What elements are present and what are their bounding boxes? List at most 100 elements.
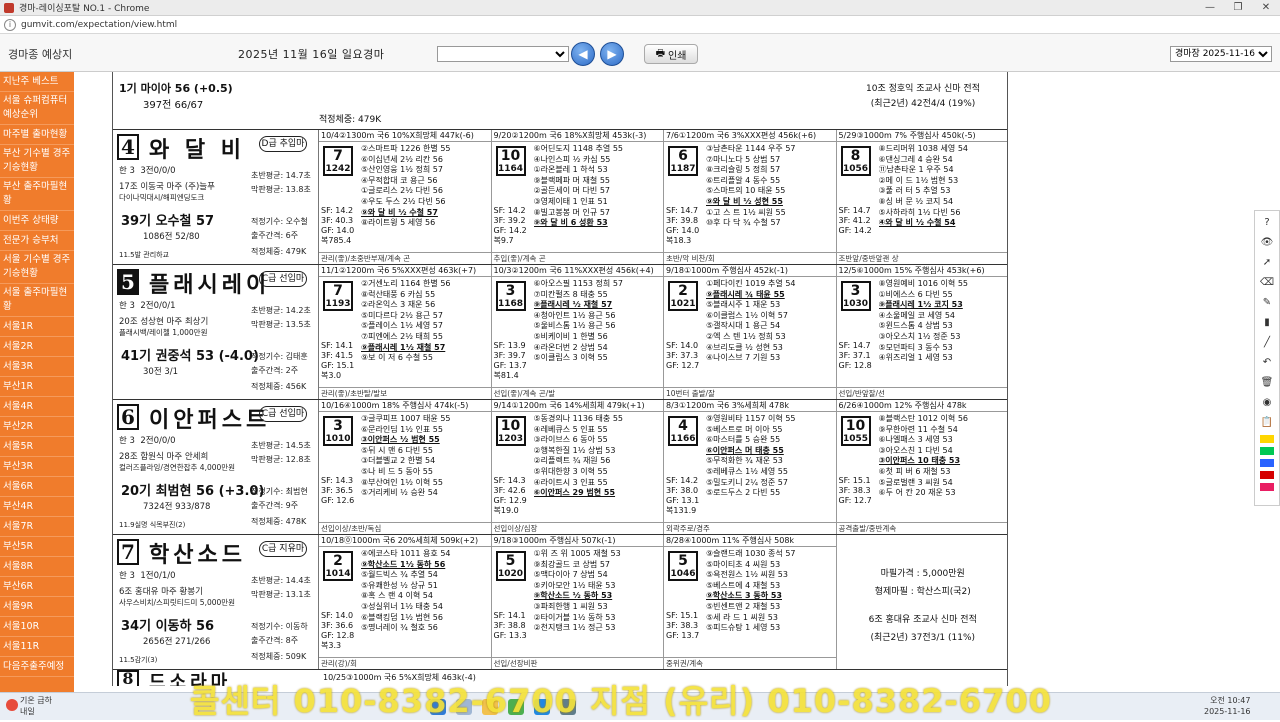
runner-row: ⑥이십년세 2½ 리칸 56 xyxy=(361,154,443,164)
sidebar-item[interactable]: 서울4R xyxy=(0,397,74,417)
color-swatch[interactable] xyxy=(1260,483,1274,491)
minimize-icon[interactable]: — xyxy=(1196,2,1224,13)
restore-icon[interactable]: ❐ xyxy=(1224,2,1252,13)
runner-row: ⑨학산소드 3 동하 53 xyxy=(706,591,782,601)
runner-row: ⑧드리머위 1038 세영 54 xyxy=(878,144,969,153)
sectional-time: 복18.3 xyxy=(666,236,692,245)
pace-stat: 적정체중: 456K xyxy=(251,382,307,391)
sidebar-item[interactable]: 다음주출주예정 xyxy=(0,657,74,677)
clipboard-icon[interactable]: 📋 xyxy=(1259,415,1275,431)
runner-row: ⑤미다르다 2½ 용근 57 xyxy=(361,310,443,320)
sectional-time: GF: 14.2 xyxy=(838,226,872,235)
race-select[interactable] xyxy=(437,46,569,62)
sidebar-item[interactable]: 전문가 승부처 xyxy=(0,231,74,251)
sidebar-item[interactable]: 지난주 베스트 xyxy=(0,72,74,92)
print-button[interactable]: 🖶 인쇄 xyxy=(644,44,698,64)
system-clock[interactable]: 오전 10:47 2025-11-16 xyxy=(1204,695,1251,717)
horse-entry: 6 이안퍼스트 C급 선입마 한 3 2전0/0/0 28조 함원식 마주 안세희 컬러즈… xyxy=(113,400,1007,535)
url-text[interactable]: gumvit.com/expectation/view.html xyxy=(21,20,177,30)
horse-note-line: 6조 홍대유 조교사 신마 전적 xyxy=(868,615,977,625)
camera-icon[interactable]: ◉ xyxy=(1259,395,1275,411)
sidebar-item[interactable]: 서울7R xyxy=(0,517,74,537)
runner-row: ①비에스스 6 다빈 55 xyxy=(878,289,953,299)
sidebar-item[interactable]: 부산2R xyxy=(0,417,74,437)
sidebar-item[interactable]: 서울9R xyxy=(0,597,74,617)
sidebar-item[interactable]: 서울 슈퍼컴퓨터 예상순위 xyxy=(0,92,74,125)
race-card: 10/4②1300m 국6 10%X희망체 447k(-6) 7 1242 ②스마트파… xyxy=(319,130,492,264)
previous-arrow-icon[interactable]: ◀ xyxy=(571,42,595,66)
runner-row: ⑤피드슈탕 1 세영 53 xyxy=(706,623,781,633)
previous-entry-tail: 1기 마이아 56 (+0.5) 397전 66/67 적정체중: 479K 1… xyxy=(113,72,1007,130)
date-select[interactable]: 경마장 2025-11-16 xyxy=(1170,46,1272,62)
runner-row: ⑤베스트로 머 이아 55 xyxy=(706,424,783,434)
runner-row: ③영제이태 1 인표 51 xyxy=(533,196,608,206)
sectional-time: 3F: 41.5 xyxy=(321,351,354,360)
weather-widget[interactable]: 기온 급하 내일 xyxy=(20,695,52,717)
next-arrow-icon[interactable]: ▶ xyxy=(600,42,624,66)
sidebar-item[interactable]: 서울6R xyxy=(0,477,74,497)
sidebar-item[interactable]: 부산6R xyxy=(0,577,74,597)
runner-row: ①글로리스 2½ 다빈 56 xyxy=(361,186,443,196)
runner-row: ⑤윈드스톰 4 상범 53 xyxy=(878,321,953,331)
eye-icon[interactable]: 👁 xyxy=(1259,235,1275,251)
color-swatch[interactable] xyxy=(1260,447,1274,455)
pace-stat: 초반평균: 14.7초 xyxy=(251,171,311,180)
close-icon[interactable]: ✕ xyxy=(1252,2,1280,13)
runner-row: ⑨슬랜드래 1030 종석 57 xyxy=(706,549,796,558)
sidebar-item[interactable]: 부산4R xyxy=(0,497,74,517)
runner-row: ③라이브스 6 동아 55 xyxy=(533,435,608,445)
runner-row: ⑨와 달 비 ½ 성현 55 xyxy=(706,196,783,206)
runner-row: ⑤욕전원스 1½ 씨원 53 xyxy=(706,570,788,580)
color-swatch[interactable] xyxy=(1260,459,1274,467)
horse-note-line: 마필가격 : 5,000만원 xyxy=(880,569,965,579)
sidebar-item[interactable]: 서울10R xyxy=(0,617,74,637)
race-card: 9/18③1000m 주행심사 507k(-1) 5 1020 ①위 즈 위 1005… xyxy=(491,535,664,669)
sidebar-item[interactable]: 서울5R xyxy=(0,437,74,457)
sectional-time: 복81.4 xyxy=(493,371,519,380)
race-card: 10/16④1000m 18% 주행심사 474k(-5) 3 1010 ③글쿠피프 … xyxy=(319,400,492,534)
trainer-note-line: (최근2년) 42전4/4 (19%) xyxy=(870,99,976,109)
sidebar-item[interactable]: 이번주 상태량 xyxy=(0,211,74,231)
sectional-time: GF: 13.7 xyxy=(666,631,700,640)
sectional-times: SF: 14.0 3F: 37.3 GF: 12.7 xyxy=(666,341,699,371)
sidebar-item[interactable]: 서울2R xyxy=(0,337,74,357)
race-card: 10/3②1200m 국6 11%XXX편성 456k(+4) 3 1168 ⑥아오스… xyxy=(491,265,664,399)
help-icon[interactable]: ? xyxy=(1259,215,1275,231)
weather-icon[interactable] xyxy=(6,699,18,711)
address-bar[interactable]: i gumvit.com/expectation/view.html xyxy=(0,16,1280,34)
sidebar-item[interactable]: 서울8R xyxy=(0,557,74,577)
runner-row: ⑤블래시주 1 재운 53 xyxy=(706,300,781,310)
trash-icon[interactable]: 🗑 xyxy=(1259,375,1275,391)
race-card: 9/18①1000m 주행심사 452k(-1) 2 1021 ①페다이킨 1019 … xyxy=(664,265,837,399)
sidebar-item[interactable]: 부산3R xyxy=(0,457,74,477)
sectional-time: SF: 15.1 xyxy=(666,611,699,620)
runner-row: ⑨최강골드 코 상범 57 xyxy=(533,559,611,569)
sidebar-item[interactable]: 서울 기수별 경주 기승현황 xyxy=(0,251,74,284)
mini-horse-line: 1기 마이아 56 (+0.5) 397전 66/67 xyxy=(119,80,233,111)
color-swatch[interactable] xyxy=(1260,435,1274,443)
pen-icon[interactable]: ✎ xyxy=(1259,295,1275,311)
runners-list: ②거센노리 1164 한별 56 ⑧럭산태풍 6 카심 55 ②라온익스 3 재운 … xyxy=(361,279,489,364)
sidebar-item[interactable]: 부산1R xyxy=(0,377,74,397)
sidebar-item[interactable]: 부산 기수별 경주 기승현황 xyxy=(0,145,74,178)
horse-note: 마필가격 : 5,000만원 형제마필 : 학산스피(국2) 6조 홍대유 조교사 … xyxy=(837,535,1008,669)
cursor-icon[interactable]: ➚ xyxy=(1259,255,1275,271)
sidebar-item[interactable]: 부산5R xyxy=(0,537,74,557)
runner-row: ⑧영원예비 1016 이혁 55 xyxy=(878,279,969,288)
sidebar-item[interactable]: 마주별 출마현황 xyxy=(0,125,74,145)
sidebar-item[interactable]: 서울3R xyxy=(0,357,74,377)
color-swatch[interactable] xyxy=(1260,471,1274,479)
sidebar-item[interactable]: 서울1R xyxy=(0,317,74,337)
runner-row: ②리플렉트 ¾ 재원 56 xyxy=(533,456,611,466)
site-info-icon[interactable]: i xyxy=(4,18,16,31)
sidebar-item[interactable]: 서울 출주마필현황 xyxy=(0,284,74,317)
marker-icon[interactable]: ▮ xyxy=(1259,315,1275,331)
race-comment: 선입(좋)/계속 곤/발 xyxy=(491,387,663,399)
sidebar-item[interactable]: 부산 출주마필현황 xyxy=(0,178,74,211)
sidebar-item[interactable]: 서울11R xyxy=(0,637,74,657)
rank-value: 10 xyxy=(845,418,866,434)
race-header: 8/28④1000m 11% 주행심사 508k xyxy=(664,535,836,547)
eraser-icon[interactable]: ⌫ xyxy=(1259,275,1275,291)
undo-icon[interactable]: ↶ xyxy=(1259,355,1275,371)
line-icon[interactable]: ╱ xyxy=(1259,335,1275,351)
